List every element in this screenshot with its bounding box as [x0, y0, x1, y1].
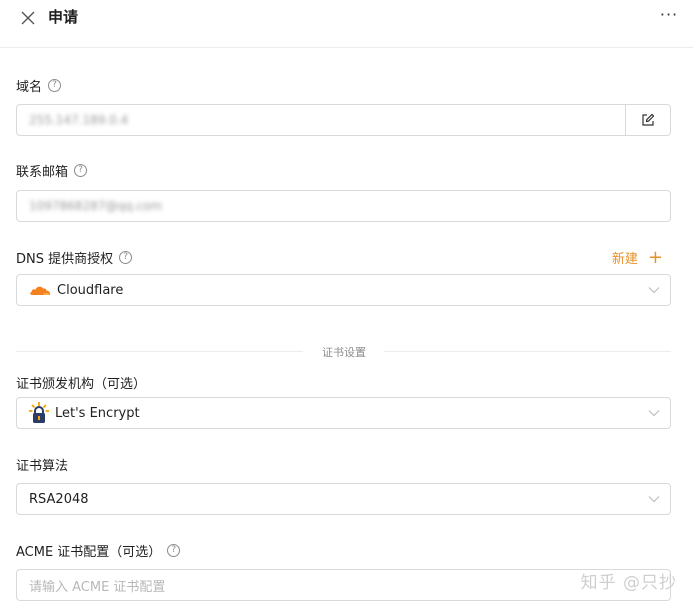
acme-label-row: ACME 证书配置（可选） ? — [16, 540, 181, 560]
close-icon — [21, 11, 35, 25]
page-title: 申请 — [48, 8, 79, 26]
section-title: 证书设置 — [322, 346, 366, 359]
acme-config-input[interactable]: 请输入 ACME 证书配置 — [16, 569, 671, 601]
chevron-down-icon — [638, 275, 670, 305]
help-icon[interactable]: ? — [167, 543, 181, 557]
chevron-down-icon — [638, 398, 670, 428]
cloudflare-icon — [29, 284, 51, 296]
ca-label-row: 证书颁发机构（可选） — [16, 372, 146, 392]
section-divider: 证书设置 — [16, 342, 671, 362]
domain-value: 255.147.189.0.4 — [29, 113, 129, 127]
dns-provider-value: Cloudflare — [57, 282, 124, 298]
dns-label: DNS 提供商授权 — [16, 251, 114, 267]
algorithm-select[interactable]: RSA2048 — [16, 483, 671, 515]
help-icon[interactable]: ? — [119, 250, 133, 264]
ca-value: Let's Encrypt — [55, 405, 140, 421]
ca-select[interactable]: Let's Encrypt — [16, 397, 671, 429]
email-label: 联系邮箱 — [16, 164, 69, 180]
algo-label: 证书算法 — [16, 458, 69, 474]
new-label: 新建 — [611, 252, 638, 267]
acme-label: ACME 证书配置（可选） — [16, 544, 162, 560]
edit-icon — [642, 113, 655, 126]
lets-encrypt-icon — [29, 402, 49, 424]
dns-label-row: DNS 提供商授权 ? — [16, 247, 133, 267]
email-field[interactable]: 1097868287@qq.com — [16, 190, 671, 222]
more-options-button[interactable]: ··· — [657, 6, 681, 28]
edit-domain-button[interactable] — [625, 105, 670, 135]
acme-placeholder: 请输入 ACME 证书配置 — [29, 579, 166, 595]
ca-label: 证书颁发机构（可选） — [16, 376, 147, 392]
email-value: 1097868287@qq.com — [29, 199, 163, 213]
algorithm-value: RSA2048 — [29, 491, 89, 507]
algo-label-row: 证书算法 — [16, 454, 68, 474]
help-icon[interactable]: ? — [74, 163, 88, 177]
close-button[interactable] — [16, 6, 40, 30]
domain-label-row: 域名 ? — [16, 75, 62, 95]
watermark: 知乎 @只抄 — [580, 573, 677, 593]
domain-label: 域名 — [16, 79, 43, 95]
plus-icon: + — [647, 246, 663, 268]
dialog-header: 申请 ··· — [0, 0, 693, 48]
help-icon[interactable]: ? — [48, 78, 62, 92]
email-label-row: 联系邮箱 ? — [16, 160, 88, 180]
new-dns-auth-button[interactable]: 新建 + — [612, 248, 663, 267]
chevron-down-icon — [638, 484, 670, 514]
dns-provider-select[interactable]: Cloudflare — [16, 274, 671, 306]
domain-field[interactable]: 255.147.189.0.4 — [16, 104, 671, 136]
